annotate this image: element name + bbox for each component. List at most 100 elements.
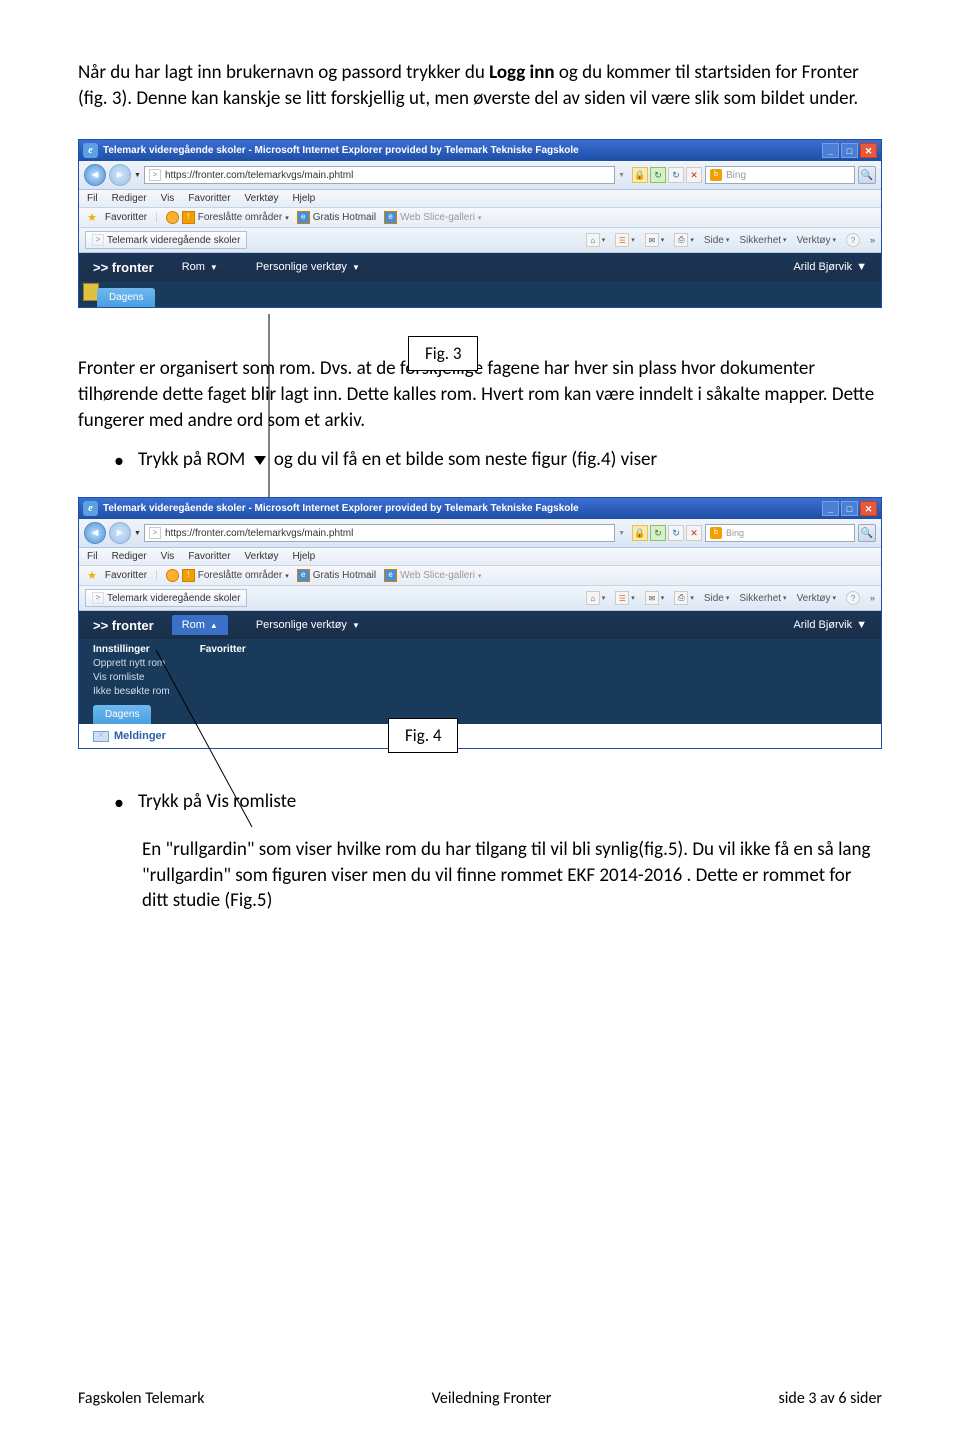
compat-icon[interactable]: ↻ — [650, 525, 666, 541]
fav-hotmail[interactable]: eGratis Hotmail — [297, 211, 376, 224]
fav-label[interactable]: Favoritter — [105, 570, 147, 581]
tab-row: > Telemark videregående skoler ⌂▾ ☰▾ ✉▾ … — [79, 228, 881, 253]
envelope-icon — [93, 731, 109, 742]
user-menu[interactable]: Arild Bjørvik▼ — [793, 619, 867, 631]
verktoy-menu[interactable]: Verktøy▾ — [797, 593, 836, 604]
compat-icon[interactable]: ↻ — [650, 167, 666, 183]
fav-suggest[interactable]: !Foreslåtte områder▾ — [166, 569, 289, 582]
chevron-icon[interactable]: » — [870, 593, 875, 603]
back-button[interactable]: ◄ — [84, 164, 106, 186]
fav-label[interactable]: Favoritter — [105, 212, 147, 223]
browser-window: e Telemark videregående skoler - Microso… — [78, 497, 882, 749]
chevron-icon[interactable]: » — [870, 235, 875, 245]
close-button[interactable]: ✕ — [860, 501, 877, 516]
menu-fil[interactable]: Fil — [87, 193, 98, 204]
nav-history-dropdown[interactable]: ▼ — [134, 172, 141, 179]
menu-favoritter[interactable]: Favoritter — [188, 193, 230, 204]
fig4-screenshot: e Telemark videregående skoler - Microso… — [78, 497, 882, 749]
side-menu[interactable]: Side▾ — [704, 593, 730, 604]
help-icon[interactable]: ? — [846, 591, 860, 605]
rom-button[interactable]: Rom▼ — [172, 257, 228, 277]
maximize-button[interactable]: □ — [841, 143, 858, 158]
verktoy-button[interactable]: Personlige verktøy▼ — [246, 615, 370, 635]
refresh-icon[interactable]: ↻ — [668, 525, 684, 541]
search-button[interactable]: 🔍 — [858, 166, 876, 184]
print-icon[interactable]: ⎙▾ — [674, 591, 694, 605]
fav-slice[interactable]: eWeb Slice-galleri▾ — [384, 211, 481, 224]
browser-tab[interactable]: > Telemark videregående skoler — [85, 589, 247, 607]
menu-fil[interactable]: Fil — [87, 551, 98, 562]
tab-dagens[interactable]: Dagens — [93, 705, 151, 724]
mail-icon[interactable]: ✉▾ — [645, 591, 665, 605]
menu-verktoy[interactable]: Verktøy — [245, 193, 279, 204]
stop-icon[interactable]: ✕ — [686, 525, 702, 541]
sikkerhet-menu[interactable]: Sikkerhet▾ — [739, 235, 786, 246]
print-icon[interactable]: ⎙▾ — [674, 233, 694, 247]
home-icon[interactable]: ⌂▾ — [586, 591, 606, 605]
fav-hotmail[interactable]: eGratis Hotmail — [297, 569, 376, 582]
refresh-icon[interactable]: ↻ — [668, 167, 684, 183]
url-dropdown[interactable]: ▼ — [618, 172, 625, 179]
rss-icon[interactable]: ☰▾ — [615, 591, 635, 605]
user-menu[interactable]: Arild Bjørvik▼ — [793, 261, 867, 273]
sikkerhet-menu[interactable]: Sikkerhet▾ — [739, 593, 786, 604]
window-title: Telemark videregående skoler - Microsoft… — [103, 145, 579, 156]
menu-vis[interactable]: Vis — [161, 193, 175, 204]
bullet-trykk-rom: Trykk på ROM og du vil få en et bilde so… — [114, 447, 882, 475]
minimize-button[interactable]: _ — [822, 143, 839, 158]
search-input[interactable]: b Bing — [705, 166, 855, 184]
menu-opprett[interactable]: Opprett nytt rom — [93, 657, 170, 670]
menu-vis[interactable]: Vis — [161, 551, 175, 562]
menu-verktoy[interactable]: Verktøy — [245, 551, 279, 562]
menu-hjelp[interactable]: Hjelp — [292, 193, 315, 204]
minimize-button[interactable]: _ — [822, 501, 839, 516]
search-button[interactable]: 🔍 — [858, 524, 876, 542]
menu-hjelp[interactable]: Hjelp — [292, 551, 315, 562]
menu-rediger[interactable]: Rediger — [112, 193, 147, 204]
verktoy-button[interactable]: Personlige verktøy▼ — [246, 257, 370, 277]
menu-favoritter[interactable]: Favoritter — [188, 551, 230, 562]
fav-slice[interactable]: eWeb Slice-galleri▾ — [384, 569, 481, 582]
forward-button[interactable]: ► — [109, 522, 131, 544]
fig4-label: Fig. 4 — [388, 718, 458, 753]
rom-button[interactable]: Rom▲ — [172, 615, 228, 635]
url-input[interactable]: > https://fronter.com/telemarkvgs/main.p… — [144, 166, 615, 184]
verktoy-menu[interactable]: Verktøy▾ — [797, 235, 836, 246]
close-button[interactable]: ✕ — [860, 143, 877, 158]
fronter-appbar: >> fronter Rom▲ Personlige verktøy▼ Aril… — [79, 611, 881, 639]
back-button[interactable]: ◄ — [84, 522, 106, 544]
status-badge — [79, 281, 881, 303]
fav-suggest[interactable]: !Foreslåtte områder▾ — [166, 211, 289, 224]
menu-vis-romliste[interactable]: Vis romliste — [93, 671, 170, 684]
menu-ikke-besok[interactable]: Ikke besøkte rom — [93, 685, 170, 698]
menu-innstillinger[interactable]: Innstillinger — [93, 643, 170, 656]
tab-title: Telemark videregående skoler — [107, 593, 240, 604]
stop-icon[interactable]: ✕ — [686, 167, 702, 183]
fronter-logo: >> fronter — [93, 618, 154, 633]
url-dropdown[interactable]: ▼ — [618, 530, 625, 537]
browser-menubar: Fil Rediger Vis Favoritter Verktøy Hjelp — [79, 190, 881, 208]
help-icon[interactable]: ? — [846, 233, 860, 247]
window-title: Telemark videregående skoler - Microsoft… — [103, 503, 579, 514]
menu-favoritter[interactable]: Favoritter — [200, 643, 246, 656]
lock-icon: 🔒 — [632, 167, 648, 183]
nav-history-dropdown[interactable]: ▼ — [134, 530, 141, 537]
mid-paragraph: Fronter er organisert som rom. Dvs. at d… — [78, 356, 882, 433]
side-menu[interactable]: Side▾ — [704, 235, 730, 246]
browser-tab[interactable]: > Telemark videregående skoler — [85, 231, 247, 249]
tab-dagens[interactable]: Dagens — [97, 288, 155, 307]
meldinger-label[interactable]: Meldinger — [114, 730, 166, 742]
search-input[interactable]: b Bing — [705, 524, 855, 542]
forward-button[interactable]: ► — [109, 164, 131, 186]
maximize-button[interactable]: □ — [841, 501, 858, 516]
url-input[interactable]: > https://fronter.com/telemarkvgs/main.p… — [144, 524, 615, 542]
menu-rediger[interactable]: Rediger — [112, 551, 147, 562]
tab-row: > Telemark videregående skoler ⌂▾ ☰▾ ✉▾ … — [79, 586, 881, 611]
home-icon[interactable]: ⌂▾ — [586, 233, 606, 247]
fig3-screenshot: e Telemark videregående skoler - Microso… — [78, 139, 882, 308]
rom-menu-col2: Favoritter — [200, 643, 246, 698]
rss-icon[interactable]: ☰▾ — [615, 233, 635, 247]
lock-icon: 🔒 — [632, 525, 648, 541]
mail-icon[interactable]: ✉▾ — [645, 233, 665, 247]
window-titlebar: e Telemark videregående skoler - Microso… — [79, 498, 881, 519]
